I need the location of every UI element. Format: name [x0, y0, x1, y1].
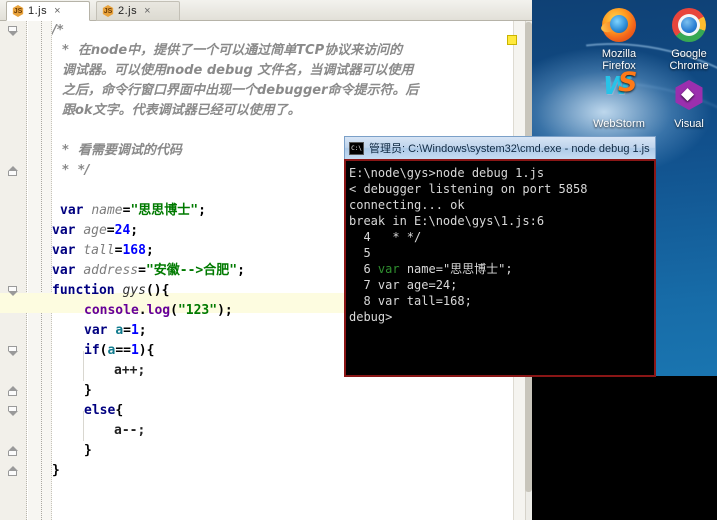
code-line-15: } — [84, 383, 92, 398]
editor-tab-bar: JS 1.js × JS 2.js × — [0, 0, 532, 21]
cmd-output-line: < debugger listening on port 5858 — [349, 182, 588, 196]
code-line-13: if(a==1){ — [84, 343, 155, 358]
code-line-8: var tall=168; — [52, 243, 154, 258]
fold-marker-close-else[interactable] — [8, 446, 19, 456]
code-line-11: console.log("123"); — [84, 303, 233, 318]
comment-line-3: * 看需要调试的代码 — [62, 143, 182, 158]
desktop-icon-label: WebStorm — [593, 118, 645, 130]
desktop-icon-label: Mozilla — [601, 48, 637, 60]
cmd-console-output[interactable]: E:\node\gys>node debug 1.js < debugger l… — [344, 159, 656, 377]
cmd-output-line: 4 * */ — [349, 230, 422, 244]
indent-guide — [83, 411, 84, 441]
comment-line-2b: 调试器。可以使用node debug 文件名，当调试器可以使用 — [62, 63, 414, 78]
fold-marker-open-function[interactable] — [8, 286, 19, 296]
indent-guide — [83, 351, 84, 381]
code-line-9: var address="安徽-->合肥"; — [52, 263, 245, 278]
code-line-10: function gys(){ — [52, 283, 170, 298]
fold-marker-close-comment[interactable] — [8, 166, 19, 176]
code-line-6: var name="思思博士"; — [60, 203, 206, 218]
firefox-icon — [599, 6, 639, 46]
cmd-console-icon: C:\ — [349, 141, 364, 155]
code-line-12: var a=1; — [84, 323, 147, 338]
desktop-icon-firefox[interactable]: Mozilla Firefox — [586, 6, 652, 72]
warning-marker-icon[interactable] — [507, 35, 517, 45]
cmd-output-line: 7 var age=24; — [349, 278, 458, 292]
fold-marker-open-else[interactable] — [8, 406, 19, 416]
comment-line-1: /* — [52, 23, 64, 38]
cmd-output-line: connecting... ok — [349, 198, 465, 212]
code-line-7: var age=24; — [52, 223, 139, 238]
tab-1-js[interactable]: JS 1.js × — [6, 1, 90, 21]
close-icon[interactable]: × — [54, 5, 60, 17]
code-line-19: } — [52, 463, 60, 478]
desktop-icon-label-2: Chrome — [669, 60, 709, 72]
cmd-output-line: break in E:\node\gys\1.js:6 — [349, 214, 545, 228]
comment-line-2a: * 在node中，提供了一个可以通过简单TCP协议来访问的 — [62, 43, 403, 58]
close-icon[interactable]: × — [144, 5, 150, 17]
desktop-icon-webstorm[interactable]: WS WebStorm — [586, 67, 652, 130]
js-file-icon: JS — [102, 5, 114, 17]
fold-marker-close-function[interactable] — [8, 466, 19, 476]
webstorm-icon: WS — [603, 67, 638, 100]
cmd-output-line-break: 6 var name="思思博士"; — [349, 262, 513, 276]
desktop-icon-label: Visual — [674, 118, 704, 130]
current-line-gutter-highlight — [0, 293, 52, 313]
comment-line-2d: 跟ok文字。代表调试器已经可以使用了。 — [62, 103, 301, 118]
comment-line-4: * */ — [62, 163, 90, 178]
js-file-icon: JS — [12, 5, 24, 17]
fold-marker-open-if[interactable] — [8, 346, 19, 356]
fold-marker-open-comment[interactable] — [8, 26, 19, 36]
tab-label: 2.js — [118, 5, 138, 17]
code-line-16: else{ — [84, 403, 124, 418]
visual-studio-icon: ◆ — [669, 76, 709, 116]
cmd-output-line: 8 var tall=168; — [349, 294, 472, 308]
code-folding-gutter[interactable] — [28, 21, 52, 520]
code-line-14: a++; — [114, 363, 146, 378]
cmd-title-bar[interactable]: C:\ 管理员: C:\Windows\system32\cmd.exe - n… — [344, 136, 656, 159]
screen: Mozilla Firefox Google Chrome WS WebStor… — [0, 0, 717, 520]
command-prompt-window[interactable]: C:\ 管理员: C:\Windows\system32\cmd.exe - n… — [344, 136, 656, 377]
code-line-17: a--; — [114, 423, 146, 438]
desktop-icon-visual-studio[interactable]: ◆ Visual — [656, 76, 717, 130]
desktop-icon-chrome[interactable]: Google Chrome — [656, 6, 717, 72]
chrome-icon — [669, 6, 709, 46]
comment-line-2c: 之后，命令行窗口界面中出现一个debugger命令提示符。后 — [62, 83, 419, 98]
cmd-prompt-line: debug> — [349, 310, 393, 324]
cmd-output-line: 5 — [349, 246, 371, 260]
cmd-output-line: E:\node\gys>node debug 1.js — [349, 166, 545, 180]
tab-2-js[interactable]: JS 2.js × — [96, 1, 180, 21]
fold-marker-close-if[interactable] — [8, 386, 19, 396]
tab-label: 1.js — [28, 5, 48, 17]
desktop-icon-label: Google — [671, 48, 707, 60]
code-line-18: } — [84, 443, 92, 458]
cmd-window-title: 管理员: C:\Windows\system32\cmd.exe - node … — [369, 143, 650, 155]
